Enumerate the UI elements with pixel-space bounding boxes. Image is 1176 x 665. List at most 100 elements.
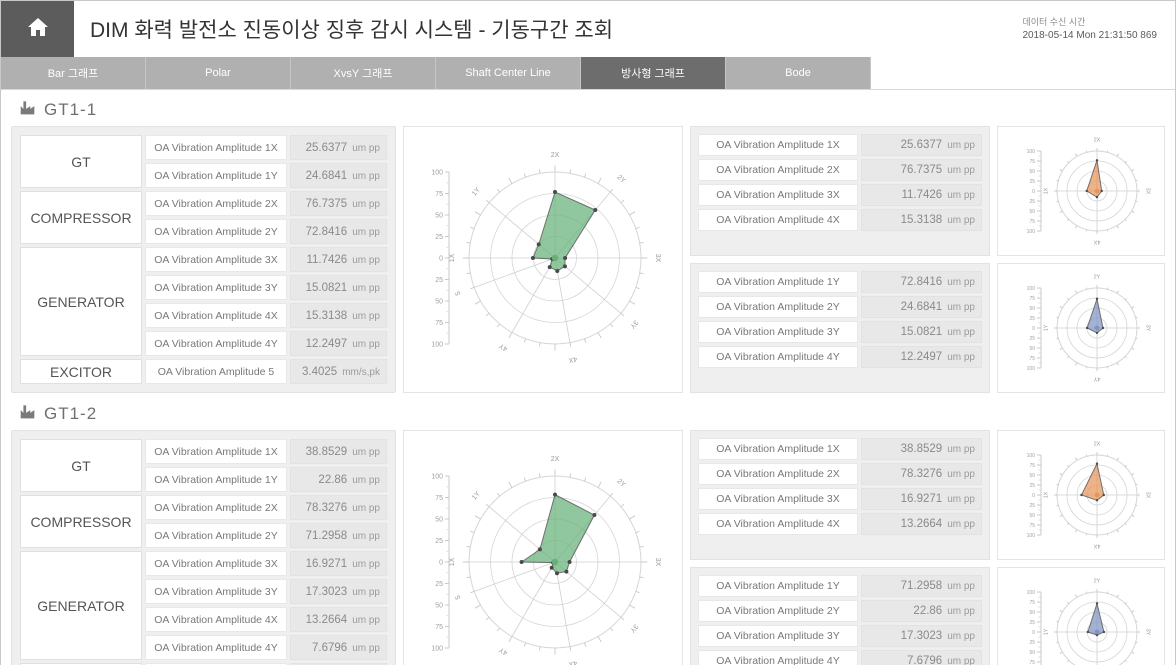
measurement-label-cell: OA Vibration Amplitude 2X bbox=[145, 495, 287, 520]
table-row: OA Vibration Amplitude 3Y 17.3023 um pp bbox=[698, 625, 982, 647]
table-row: GENERATOR OA Vibration Amplitude 3X 16.927… bbox=[20, 551, 387, 660]
value-number: 11.7426 bbox=[901, 189, 943, 201]
radar-tick-label: 25 bbox=[435, 276, 443, 283]
value-cell: 15.0821 um pp bbox=[290, 275, 387, 300]
unit-title: GT1-2 bbox=[11, 400, 1165, 430]
radar-tick-label: 0 bbox=[439, 559, 443, 566]
radar-axis-label: 5 bbox=[455, 289, 463, 295]
y-axis-radar-panel: 2Y3Y4Y1Y1007550250255075100 bbox=[997, 567, 1165, 665]
component-group-cell: GT bbox=[20, 135, 142, 188]
measurement-label-cell: OA Vibration Amplitude 2Y bbox=[145, 523, 287, 548]
tab-0[interactable]: Bar 그래프 bbox=[1, 57, 146, 89]
radar-tick-label: 100 bbox=[431, 645, 443, 652]
tab-label: XvsY 그래프 bbox=[333, 68, 393, 80]
radar-chart: 2X 3X 4X 1X 100 75 50 25 0 25 50 75 100 bbox=[1027, 441, 1151, 548]
value-unit: um pp bbox=[947, 581, 975, 592]
tab-label: Bode bbox=[785, 67, 811, 79]
radar-tick-label: 50 bbox=[1029, 306, 1035, 312]
radar-axis-label: 3X bbox=[1145, 492, 1151, 499]
value-unit: um pp bbox=[352, 142, 380, 154]
radar-tick-label: 75 bbox=[435, 190, 443, 197]
x-axis-table-panel: OA Vibration Amplitude 1X 25.6377 um pp OA … bbox=[690, 126, 990, 256]
factory-icon bbox=[19, 100, 36, 120]
right-column: OA Vibration Amplitude 1X 25.6377 um pp OA … bbox=[690, 126, 1165, 393]
value-cell: 15.3138 um pp bbox=[290, 303, 387, 328]
value-cell: 15.3138 um pp bbox=[861, 209, 982, 231]
y-axis-table-panel: OA Vibration Amplitude 1Y 72.8416 um pp OA … bbox=[690, 263, 990, 393]
app-window: DIM 화력 발전소 진동이상 징후 감시 시스템 - 기동구간 조회 데이터 … bbox=[0, 0, 1176, 665]
unit-body: GT OA Vibration Amplitude 1X 25.6377 um pp O… bbox=[11, 126, 1165, 393]
component-table-panel: GT OA Vibration Amplitude 1X 38.8529 um pp O… bbox=[11, 430, 396, 665]
y-axis-table-panel: OA Vibration Amplitude 1Y 71.2958 um pp OA … bbox=[690, 567, 990, 665]
radar-axis-label: 1Y bbox=[1043, 324, 1049, 331]
value-cell: 76.7375 um pp bbox=[861, 159, 982, 181]
table-row: COMPRESSOR OA Vibration Amplitude 2X 76.73… bbox=[20, 191, 387, 244]
table-row: OA Vibration Amplitude 2Y 22.86 um pp bbox=[698, 600, 982, 622]
receive-time-value: 2018-05-14 Mon 21:31:50 869 bbox=[1022, 30, 1157, 41]
value-cell: 12.2497 um pp bbox=[290, 331, 387, 356]
value-number: 17.3023 bbox=[305, 585, 348, 598]
table-row: OA Vibration Amplitude 1Y 72.8416 um pp bbox=[698, 271, 982, 293]
measurement-label-cell: OA Vibration Amplitude 4X bbox=[698, 513, 858, 535]
table-row: OA Vibration Amplitude 4Y 12.2497 um pp bbox=[698, 346, 982, 368]
value-unit: um pp bbox=[947, 494, 975, 505]
value-cell: 11.7426 um pp bbox=[290, 247, 387, 272]
radar-axis-label: 2Y bbox=[1094, 274, 1101, 280]
value-cell: 38.8529 um pp bbox=[861, 438, 982, 460]
table-row: OA Vibration Amplitude 4Y 7.6796 um pp bbox=[698, 650, 982, 665]
main-radar-panel: 1X 1Y 2X 2Y 3X 3Y 4X 4Y 5 100 75 50 25 0 25 50 75 100 bbox=[403, 126, 683, 393]
main-radar-panel: 1X 1Y 2X 2Y 3X 3Y 4X 4Y 5 100 75 50 25 0 25 50 75 100 bbox=[403, 430, 683, 665]
radar-tick-label: 50 bbox=[1029, 650, 1035, 656]
component-group-cell: GT bbox=[20, 439, 142, 492]
radar-axis-label: 2X bbox=[1094, 441, 1101, 447]
component-table-panel: GT OA Vibration Amplitude 1X 25.6377 um pp O… bbox=[11, 126, 396, 393]
radar-axis-label: 3X bbox=[654, 557, 661, 566]
y-axis-row: OA Vibration Amplitude 1Y 71.2958 um pp OA … bbox=[690, 567, 1165, 665]
tab-4[interactable]: 방사형 그래프 bbox=[581, 57, 726, 89]
value-unit: um pp bbox=[947, 165, 975, 176]
tab-2[interactable]: XvsY 그래프 bbox=[291, 57, 436, 89]
component-group-cell: COMPRESSOR bbox=[20, 495, 142, 548]
component-group-cell: GENERATOR bbox=[20, 247, 142, 356]
component-table: GT OA Vibration Amplitude 1X 38.8529 um pp O… bbox=[17, 436, 390, 665]
value-unit: um pp bbox=[352, 338, 380, 350]
radar-tick-label: 25 bbox=[1029, 640, 1035, 646]
radar-tick-label: 25 bbox=[435, 537, 443, 544]
x-axis-table: OA Vibration Amplitude 1X 38.8529 um pp OA … bbox=[695, 435, 985, 538]
right-column: OA Vibration Amplitude 1X 38.8529 um pp OA … bbox=[690, 430, 1165, 665]
value-number: 78.3276 bbox=[305, 501, 348, 514]
measurement-label-cell: OA Vibration Amplitude 1Y bbox=[145, 467, 287, 492]
value-number: 3.4025 bbox=[302, 365, 338, 378]
radar-tick-label: 100 bbox=[1027, 149, 1036, 155]
value-unit: um pp bbox=[352, 474, 380, 486]
home-button[interactable] bbox=[1, 1, 74, 57]
tab-5[interactable]: Bode bbox=[726, 57, 871, 89]
value-number: 25.6377 bbox=[305, 141, 348, 154]
value-number: 76.7375 bbox=[305, 197, 348, 210]
table-row: COMPRESSOR OA Vibration Amplitude 2X 78.32… bbox=[20, 495, 387, 548]
value-unit: um pp bbox=[947, 190, 975, 201]
value-unit: um pp bbox=[947, 352, 975, 363]
value-unit: um pp bbox=[352, 642, 380, 654]
value-cell: 76.7375 um pp bbox=[290, 191, 387, 216]
radar-tick-label: 25 bbox=[1029, 199, 1035, 205]
value-cell: 24.6841 um pp bbox=[290, 163, 387, 188]
x-axis-radar-panel: 2X 3X 4X 1X 100 75 50 25 0 25 50 75 100 bbox=[997, 430, 1165, 560]
value-cell: 25.6377 um pp bbox=[290, 135, 387, 160]
radar-tick-label: 100 bbox=[431, 341, 443, 348]
unit-title-label: GT1-1 bbox=[44, 100, 98, 119]
measurement-label-cell: OA Vibration Amplitude 2Y bbox=[698, 600, 858, 622]
tab-3[interactable]: Shaft Center Line bbox=[436, 57, 581, 89]
radar-axis-label: 5 bbox=[455, 593, 463, 599]
value-cell: 72.8416 um pp bbox=[861, 271, 982, 293]
tab-1[interactable]: Polar bbox=[146, 57, 291, 89]
value-unit: um pp bbox=[352, 586, 380, 598]
table-row: OA Vibration Amplitude 4X 13.2664 um pp bbox=[698, 513, 982, 535]
y-axis-table: OA Vibration Amplitude 1Y 71.2958 um pp OA … bbox=[695, 572, 985, 665]
value-unit: um pp bbox=[352, 198, 380, 210]
radar-tick-label: 50 bbox=[435, 298, 443, 305]
radar-tick-label: 0 bbox=[1032, 326, 1035, 332]
value-cell: 72.8416 um pp bbox=[290, 219, 387, 244]
value-number: 15.0821 bbox=[305, 281, 348, 294]
radar-tick-label: 50 bbox=[1029, 346, 1035, 352]
